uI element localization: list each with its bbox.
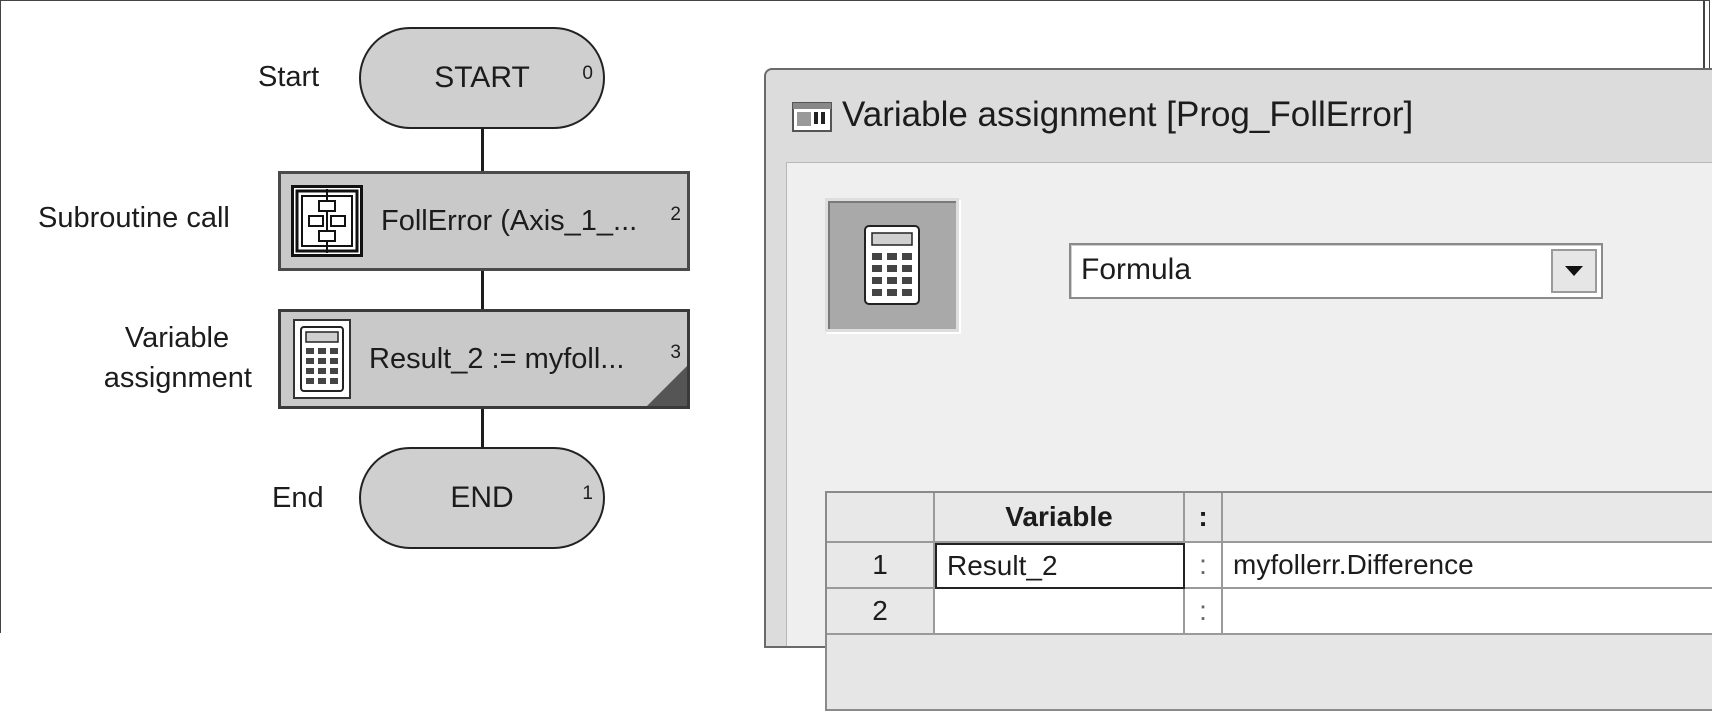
subroutine-call-number: 2 xyxy=(670,204,681,225)
variable-assignment-dialog: Variable assignment [Prog_FollError] For… xyxy=(764,68,1712,711)
end-label: End xyxy=(272,482,324,514)
assignment-type-value: Formula xyxy=(1081,253,1192,286)
variable-cell[interactable] xyxy=(935,589,1185,635)
subroutine-call-text: FollError (Axis_1_... xyxy=(381,204,638,237)
separator-cell: : xyxy=(1185,589,1223,635)
variable-assignment-text: Result_2 := myfoll... xyxy=(369,342,625,375)
dialog-body: Formula Variable : 1 Result_2 : myfoller… xyxy=(786,162,1712,711)
window-icon xyxy=(792,102,832,132)
row-number[interactable]: 1 xyxy=(827,543,935,589)
calculator-icon xyxy=(864,225,920,305)
subroutine-label: Subroutine call xyxy=(38,202,230,234)
assignment-label-line1: Variable xyxy=(124,322,230,354)
variable-table: Variable : 1 Result_2 : myfollerr.Differ… xyxy=(825,491,1712,711)
dialog-titlebar[interactable]: Variable assignment [Prog_FollError] xyxy=(766,70,1712,160)
row-number[interactable]: 2 xyxy=(827,589,935,635)
header-rownum xyxy=(827,493,935,543)
table-header: Variable : xyxy=(827,493,1712,543)
start-label: Start xyxy=(258,61,320,93)
assignment-label-line2: assignment xyxy=(103,362,252,394)
header-separator: : xyxy=(1185,493,1223,543)
end-node-number: 1 xyxy=(582,483,593,504)
connector xyxy=(481,409,484,449)
header-variable[interactable]: Variable xyxy=(935,493,1185,543)
variable-cell[interactable]: Result_2 xyxy=(935,543,1185,589)
calculator-icon xyxy=(293,319,351,399)
value-cell[interactable] xyxy=(1223,589,1712,635)
chevron-down-icon xyxy=(1565,266,1583,276)
end-node-text: END xyxy=(450,481,514,514)
subroutine-icon xyxy=(291,185,363,257)
table-row: 2 : xyxy=(827,589,1712,635)
dialog-title: Variable assignment [Prog_FollError] xyxy=(842,95,1414,134)
start-node[interactable]: START 0 xyxy=(359,27,605,129)
selected-corner-marker xyxy=(647,366,687,406)
connector xyxy=(481,129,484,171)
table-row: 1 Result_2 : myfollerr.Difference xyxy=(827,543,1712,589)
start-node-text: START xyxy=(434,61,530,94)
header-value[interactable] xyxy=(1223,493,1712,543)
assignment-type-select[interactable]: Formula xyxy=(1069,243,1603,299)
start-node-number: 0 xyxy=(582,63,593,84)
variable-assignment-block[interactable]: Result_2 := myfoll... 3 xyxy=(278,309,690,409)
connector xyxy=(481,271,484,309)
value-cell[interactable]: myfollerr.Difference xyxy=(1223,543,1712,589)
end-node[interactable]: END 1 xyxy=(359,447,605,549)
dropdown-button[interactable] xyxy=(1551,249,1597,293)
assignment-type-button[interactable] xyxy=(825,198,959,332)
separator-cell: : xyxy=(1185,543,1223,589)
variable-assignment-number: 3 xyxy=(670,342,681,363)
subroutine-call-block[interactable]: FollError (Axis_1_... 2 xyxy=(278,171,690,271)
